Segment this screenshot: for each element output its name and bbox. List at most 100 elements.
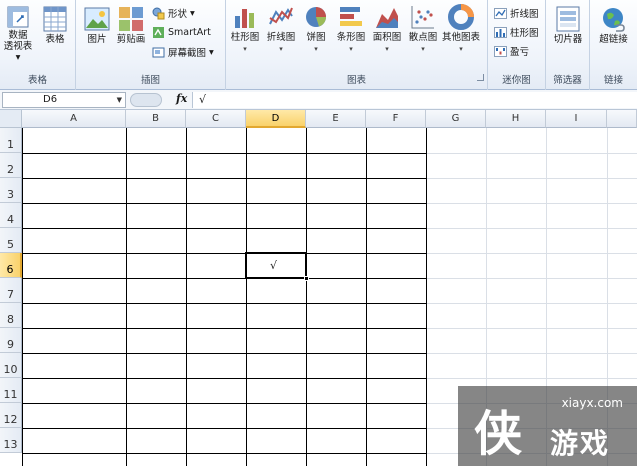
hyperlink-button[interactable]: 超链接 <box>592 6 635 45</box>
screenshot-button[interactable]: 屏幕截图 ▾ <box>152 45 214 59</box>
other-charts-button[interactable]: 其他图表 ▾ <box>440 4 482 55</box>
sparklines-group-label: 迷你图 <box>502 75 531 86</box>
formula-controls <box>130 93 162 107</box>
column-header-h[interactable]: H <box>486 110 546 128</box>
area-chart-icon <box>376 8 398 28</box>
pie-chart-button[interactable]: 饼图 ▾ <box>300 4 332 55</box>
charts-dialog-launcher-icon[interactable] <box>477 74 484 81</box>
formula-content: √ <box>199 93 207 106</box>
cell-border <box>22 403 426 404</box>
insert-function-button[interactable]: fx <box>176 92 187 105</box>
bar-chart-icon <box>340 7 362 26</box>
name-box[interactable]: D6 ▼ <box>2 92 126 108</box>
smartart-button[interactable]: SmartArt <box>152 26 211 39</box>
table-button[interactable]: 表格 <box>38 6 72 45</box>
line-chart-button[interactable]: 折线图 ▾ <box>264 4 298 55</box>
pie-chart-icon <box>306 7 326 27</box>
row-header-1[interactable]: 1 <box>0 128 22 153</box>
scatter-chart-icon <box>411 6 434 29</box>
column-chart-button[interactable]: 柱形图 ▾ <box>228 4 262 55</box>
formula-input[interactable]: √ <box>192 92 637 108</box>
slicer-icon <box>556 6 580 32</box>
smartart-label: SmartArt <box>168 27 211 38</box>
select-all-corner[interactable] <box>0 110 22 128</box>
screenshot-icon <box>152 47 165 57</box>
name-box-value: D6 <box>43 94 58 105</box>
column-header-e[interactable]: E <box>306 110 366 128</box>
name-box-dropdown-icon[interactable]: ▼ <box>117 93 122 107</box>
pivot-label-2: 透视表 <box>3 41 33 52</box>
watermark: 侠 xiayx.com 游戏 <box>458 386 637 466</box>
cell-border <box>426 128 427 466</box>
sparkline-column-button[interactable]: 柱形图 <box>494 25 539 39</box>
other-charts-label: 其他图表 <box>441 32 480 43</box>
column-header-f[interactable]: F <box>366 110 426 128</box>
row-header-11[interactable]: 11 <box>0 378 22 403</box>
sparkline-line-icon <box>494 7 507 19</box>
cell-border <box>22 303 426 304</box>
watermark-url: xiayx.com <box>561 396 623 410</box>
shapes-button[interactable]: 形状 ▾ <box>152 6 195 20</box>
table-label: 表格 <box>45 34 65 45</box>
row-header-7[interactable]: 7 <box>0 278 22 303</box>
cell-border <box>22 178 426 179</box>
cell-border <box>22 153 426 154</box>
shapes-icon <box>152 7 165 19</box>
row-header-12[interactable]: 12 <box>0 403 22 428</box>
column-header-a[interactable]: A <box>22 110 126 128</box>
clipart-icon <box>119 7 143 31</box>
hyperlink-label: 超链接 <box>599 34 628 45</box>
illustrations-group: 图片 剪贴画 形状 ▾ SmartArt 屏幕截图 ▾ 插图 <box>76 0 226 90</box>
row-header-4[interactable]: 4 <box>0 203 22 228</box>
scatter-chart-button[interactable]: 散点图 ▾ <box>406 4 440 55</box>
active-cell-value: √ <box>270 259 278 272</box>
pivot-table-button[interactable]: 数据 透视表 ▾ <box>0 6 36 63</box>
formula-bar: D6 ▼ fx √ <box>0 90 637 110</box>
cell-border <box>22 278 426 279</box>
row-header-3[interactable]: 3 <box>0 178 22 203</box>
cell-border <box>22 428 426 429</box>
sparkline-column-label: 柱形图 <box>510 28 539 39</box>
pivot-table-icon <box>7 6 29 28</box>
row-header-8[interactable]: 8 <box>0 303 22 328</box>
slicer-button[interactable]: 切片器 <box>549 6 587 45</box>
shapes-label: 形状 <box>168 9 188 20</box>
sparkline-line-label: 折线图 <box>510 9 539 20</box>
row-header-6[interactable]: 6 <box>0 253 22 278</box>
clipart-button[interactable]: 剪贴画 <box>114 6 148 45</box>
column-header-g[interactable]: G <box>426 110 486 128</box>
column-header-c[interactable]: C <box>186 110 246 128</box>
row-header-2[interactable]: 2 <box>0 153 22 178</box>
row-header-10[interactable]: 10 <box>0 353 22 378</box>
watermark-logo-char: 侠 <box>474 406 523 462</box>
watermark-word: 游戏 <box>550 427 611 460</box>
column-header-i[interactable]: I <box>546 110 607 128</box>
ribbon: 数据 透视表 ▾ 表格 表格 图片 剪贴画 形状 ▾ SmartArt 屏幕截图… <box>0 0 637 90</box>
sparkline-winloss-icon <box>494 45 507 57</box>
line-chart-icon <box>269 7 293 25</box>
row-header-5[interactable]: 5 <box>0 228 22 253</box>
column-chart-label: 柱形图 <box>230 32 260 43</box>
sparkline-line-button[interactable]: 折线图 <box>494 6 539 20</box>
smartart-icon <box>153 27 164 38</box>
cell-border <box>22 228 426 229</box>
sparkline-winloss-label: 盈亏 <box>510 47 530 58</box>
row-header-9[interactable]: 9 <box>0 328 22 353</box>
row-header-13[interactable]: 13 <box>0 428 22 453</box>
fill-handle[interactable] <box>304 276 309 281</box>
picture-button[interactable]: 图片 <box>82 6 112 45</box>
links-group: 超链接 链接 <box>590 0 637 90</box>
column-header-b[interactable]: B <box>126 110 186 128</box>
links-group-label: 链接 <box>603 75 623 86</box>
bar-chart-button[interactable]: 条形图 ▾ <box>334 4 368 55</box>
globe-link-icon <box>602 8 625 32</box>
column-header-partial[interactable] <box>607 110 637 128</box>
pivot-label-1: 数据 <box>8 30 28 41</box>
sparkline-winloss-button[interactable]: 盈亏 <box>494 44 529 58</box>
cell-border <box>22 203 426 204</box>
pie-chart-label: 饼图 <box>306 32 326 43</box>
area-chart-button[interactable]: 面积图 ▾ <box>370 4 404 55</box>
tables-group-label: 表格 <box>27 75 47 86</box>
cell-border <box>22 453 426 454</box>
column-header-d[interactable]: D <box>246 110 306 128</box>
